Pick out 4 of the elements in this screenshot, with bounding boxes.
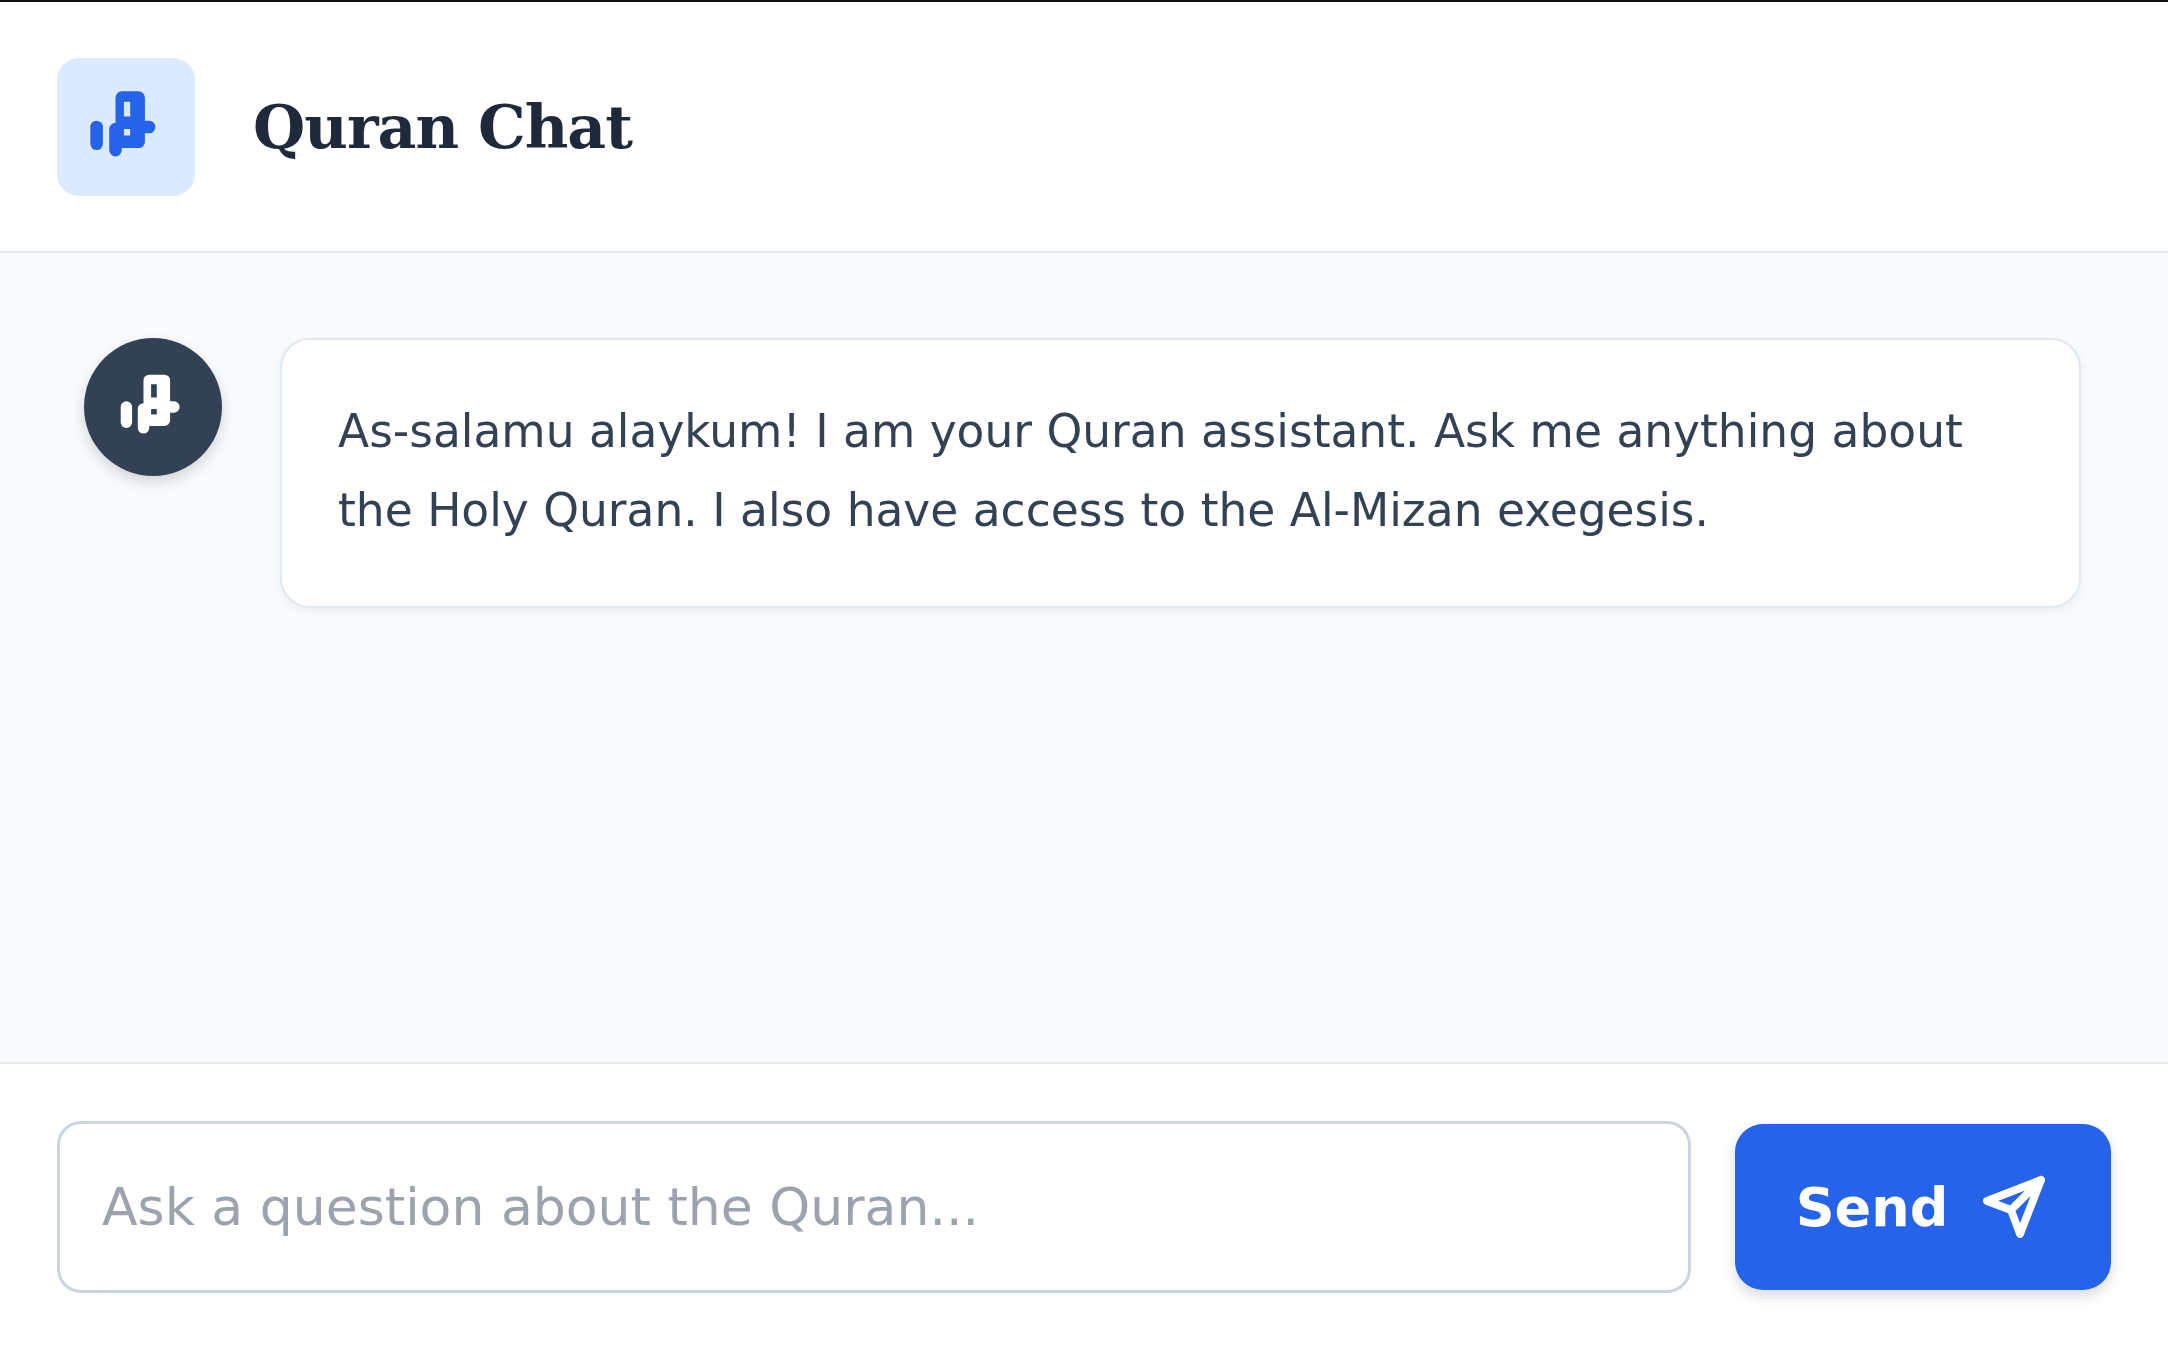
app-title: Quran Chat [253,91,632,162]
message-text: As-salamu alaykum! I am your Quran assistant. Ask me anything about the Holy Quran. I also have access to the Al-Mizan exegesis. [338,404,1964,539]
send-button[interactable]: Send [1735,1124,2111,1290]
question-input[interactable]: Ask a question about the Quran... [57,1121,1691,1293]
